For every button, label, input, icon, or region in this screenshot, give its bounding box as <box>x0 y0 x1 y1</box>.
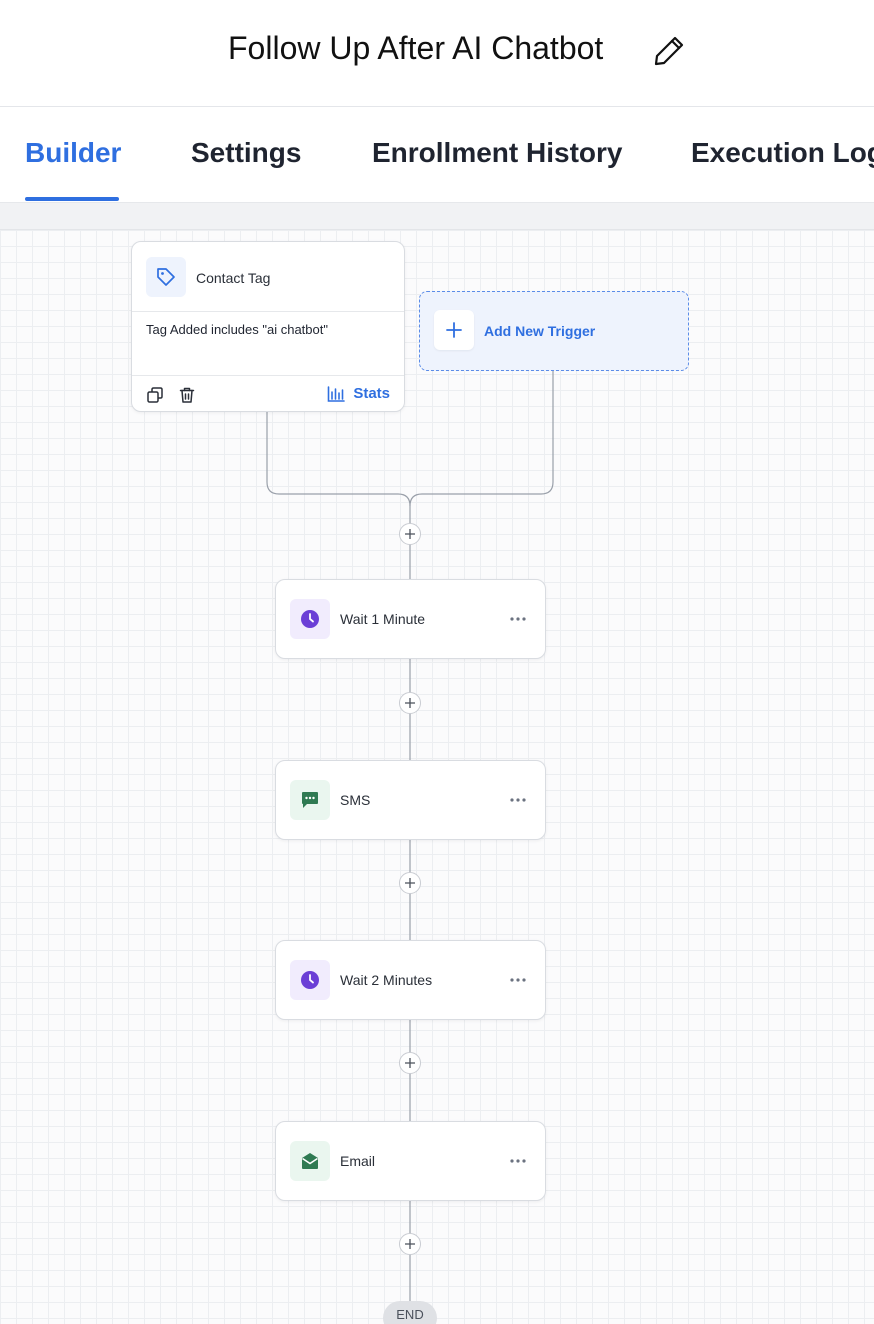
active-tab-indicator <box>25 197 119 201</box>
action-card-wait-1-minute[interactable]: Wait 1 Minute <box>275 579 546 659</box>
plus-icon <box>405 1239 415 1249</box>
plus-icon <box>405 698 415 708</box>
trigger-footer: Stats <box>132 375 404 412</box>
tag-icon <box>146 257 186 297</box>
workflow-header: Follow Up After AI Chatbot <box>0 0 874 107</box>
add-step-button[interactable] <box>399 692 421 714</box>
add-new-trigger-label: Add New Trigger <box>484 323 596 339</box>
canvas-toolbar <box>0 203 874 230</box>
plus-icon <box>434 310 474 350</box>
more-options-icon[interactable] <box>510 616 526 622</box>
action-card-sms[interactable]: SMS <box>275 760 546 840</box>
tab-execution-logs[interactable]: Execution Logs <box>691 137 874 169</box>
tab-bar: Builder Settings Enrollment History Exec… <box>0 107 874 203</box>
tab-builder[interactable]: Builder <box>25 137 121 169</box>
action-label: SMS <box>340 792 371 808</box>
workflow-canvas[interactable]: Contact Tag Tag Added includes "ai chatb… <box>0 230 874 1324</box>
add-step-button[interactable] <box>399 523 421 545</box>
plus-icon <box>405 529 415 539</box>
more-options-icon[interactable] <box>510 977 526 983</box>
trigger-title: Contact Tag <box>196 270 271 286</box>
trash-icon[interactable] <box>178 386 196 404</box>
end-node: END <box>383 1301 437 1324</box>
add-new-trigger-button[interactable]: Add New Trigger <box>419 291 689 371</box>
tab-enrollment-history[interactable]: Enrollment History <box>372 137 622 169</box>
trigger-card[interactable]: Contact Tag Tag Added includes "ai chatb… <box>131 241 405 412</box>
clock-icon <box>290 599 330 639</box>
copy-icon[interactable] <box>146 386 164 404</box>
workflow-title: Follow Up After AI Chatbot <box>228 30 604 66</box>
pencil-icon[interactable] <box>652 34 686 68</box>
clock-icon <box>290 960 330 1000</box>
more-options-icon[interactable] <box>510 1158 526 1164</box>
action-card-wait-2-minutes[interactable]: Wait 2 Minutes <box>275 940 546 1020</box>
add-step-button[interactable] <box>399 1233 421 1255</box>
action-card-email[interactable]: Email <box>275 1121 546 1201</box>
envelope-icon <box>290 1141 330 1181</box>
add-step-button[interactable] <box>399 872 421 894</box>
plus-icon <box>405 1058 415 1068</box>
bar-chart-icon <box>328 385 346 402</box>
action-label: Wait 1 Minute <box>340 611 426 627</box>
tab-settings[interactable]: Settings <box>191 137 301 169</box>
stats-button[interactable]: Stats <box>327 385 390 402</box>
stats-label: Stats <box>353 385 390 402</box>
trigger-header: Contact Tag <box>132 242 404 312</box>
add-step-button[interactable] <box>399 1052 421 1074</box>
plus-icon <box>405 878 415 888</box>
trigger-description: Tag Added includes "ai chatbot" <box>146 322 328 337</box>
chat-icon <box>290 780 330 820</box>
action-label: Email <box>340 1153 376 1169</box>
action-label: Wait 2 Minutes <box>340 972 433 988</box>
more-options-icon[interactable] <box>510 797 526 803</box>
